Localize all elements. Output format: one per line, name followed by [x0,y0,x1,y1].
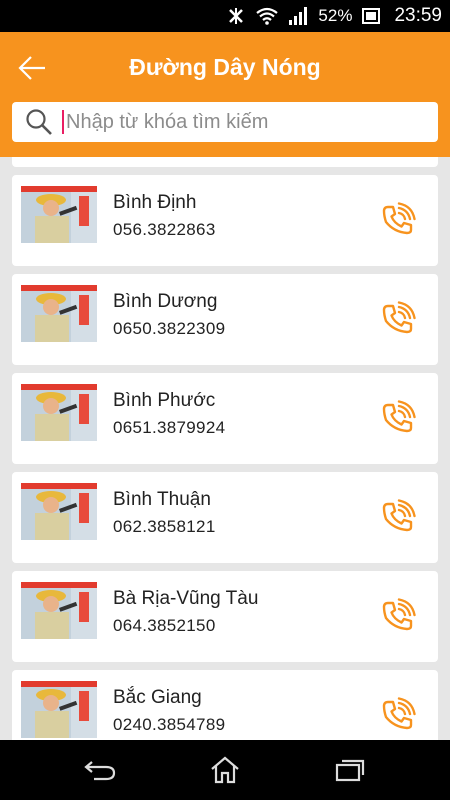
contact-phone: 064.3852150 [113,616,216,635]
clock: 23:59 [394,5,442,26]
signal-icon [289,7,308,25]
contact-name: Bà Rịa-Vũng Tàu [113,588,259,609]
contact-name: Bình Phước [113,390,216,411]
list-item-partial [12,157,438,167]
recent-apps-icon [335,759,365,782]
list-item[interactable]: Bà Rịa-Vũng Tàu 064.3852150 [12,571,438,662]
phone-call-icon[interactable] [380,400,416,436]
search-input[interactable] [66,110,426,134]
contact-name: Bình Định [113,192,197,213]
list-item[interactable]: Bình Phước 0651.3879924 [12,373,438,464]
contact-name: Bình Dương [113,291,218,312]
page-title: Đường Dây Nóng [129,54,321,80]
officer-thumbnail [21,186,97,243]
battery-icon [362,8,381,24]
search-icon [26,109,52,135]
contact-phone: 062.3858121 [113,517,216,536]
nav-home-button[interactable] [207,752,243,788]
officer-thumbnail [21,285,97,342]
phone-call-icon[interactable] [380,202,416,238]
text-cursor [62,110,64,134]
phone-call-icon[interactable] [380,301,416,337]
list-item[interactable]: Bắc Giang 0240.3854789 [12,670,438,740]
battery-percent: 52% [318,6,353,25]
contact-phone: 0650.3822309 [113,319,226,338]
list-item[interactable]: Bình Dương 0650.3822309 [12,274,438,365]
contact-list[interactable]: Bình Định 056.3822863 Bình Dương 0650.38… [12,175,438,740]
contact-phone: 0240.3854789 [113,715,226,734]
phone-call-icon[interactable] [380,697,416,733]
contact-name: Bắc Giang [113,687,202,708]
nav-back-button[interactable] [82,752,118,788]
contact-phone: 0651.3879924 [113,418,226,437]
back-nav-icon [84,761,116,781]
contact-phone: 056.3822863 [113,220,216,239]
list-item[interactable]: Bình Định 056.3822863 [12,175,438,266]
officer-thumbnail [21,483,97,540]
navigation-bar [0,740,450,800]
nfc-off-icon [229,8,244,24]
phone-call-icon[interactable] [380,499,416,535]
contact-name: Bình Thuận [113,489,211,510]
officer-thumbnail [21,681,97,738]
home-nav-icon [211,756,239,784]
officer-thumbnail [21,384,97,441]
wifi-icon [256,7,279,25]
phone-call-icon[interactable] [380,598,416,634]
status-bar: 52% 23:59 [0,0,450,32]
app-header: Đường Dây Nóng [0,32,450,157]
nav-recent-button[interactable] [332,752,368,788]
list-item[interactable]: Bình Thuận 062.3858121 [12,472,438,563]
officer-thumbnail [21,582,97,639]
search-bar[interactable] [12,102,438,142]
